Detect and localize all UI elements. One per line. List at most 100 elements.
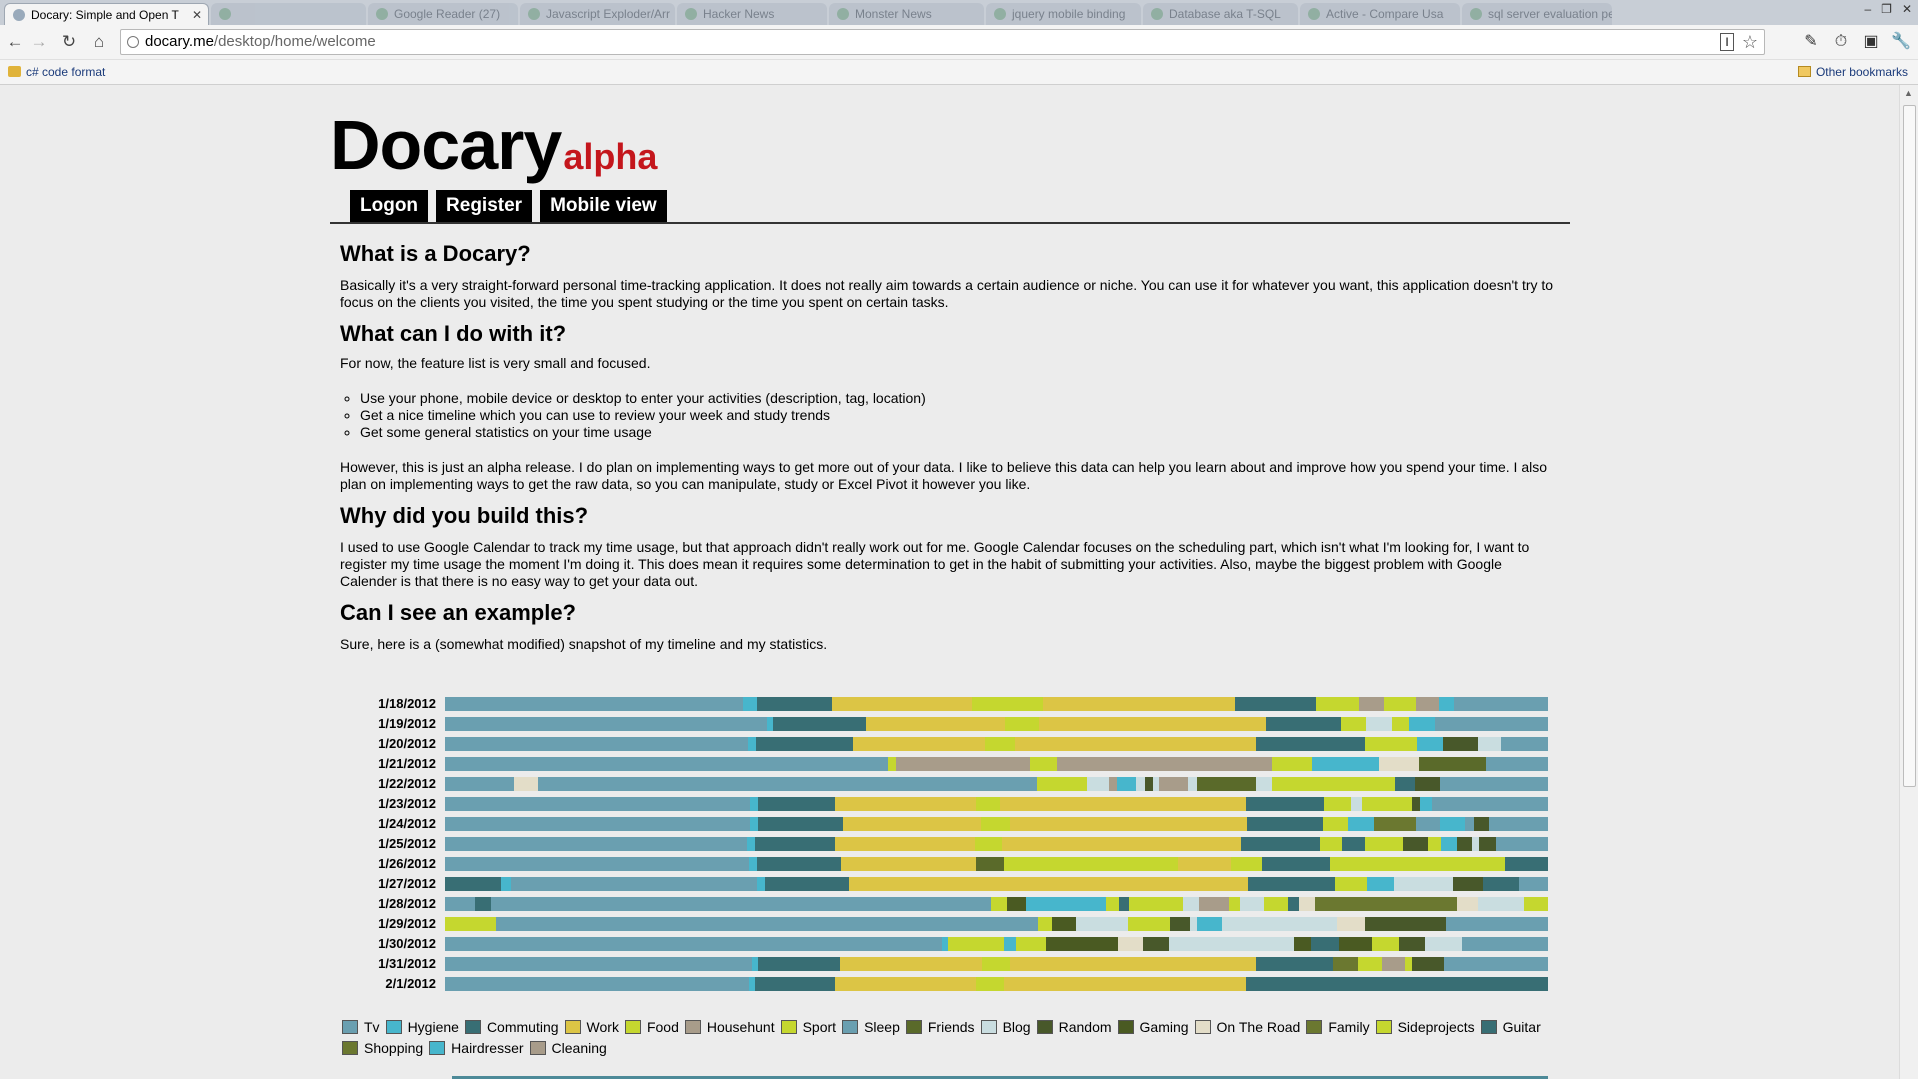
timeline-segment[interactable]	[1169, 917, 1191, 931]
timeline-segment[interactable]	[743, 697, 758, 711]
timeline-segment[interactable]	[1002, 837, 1241, 851]
timeline-segment[interactable]	[1479, 837, 1497, 851]
timeline-segment[interactable]	[1358, 697, 1385, 711]
timeline-segment[interactable]	[974, 837, 1003, 851]
timeline-segment[interactable]	[1473, 817, 1489, 831]
timeline-segment[interactable]	[1262, 857, 1331, 871]
timeline-segment[interactable]	[748, 737, 757, 751]
timeline-segment[interactable]	[1005, 717, 1040, 731]
page-info-icon[interactable]	[127, 36, 139, 48]
timeline-segment[interactable]	[1229, 897, 1240, 911]
timeline-segment[interactable]	[1188, 777, 1198, 791]
timeline-segment[interactable]	[445, 717, 768, 731]
timeline-segment[interactable]	[474, 897, 492, 911]
timeline-segment[interactable]	[757, 957, 840, 971]
timeline-segment[interactable]	[1144, 777, 1153, 791]
vertical-scrollbar[interactable]: ▲	[1899, 85, 1918, 1079]
timeline-segment[interactable]	[1367, 877, 1394, 891]
timeline-segment[interactable]	[445, 937, 943, 951]
timeline-segment[interactable]	[1015, 737, 1256, 751]
timeline-segment[interactable]	[1135, 777, 1145, 791]
timeline-segment[interactable]	[1357, 957, 1382, 971]
timeline-segment[interactable]	[1365, 917, 1446, 931]
timeline-segment[interactable]	[1310, 937, 1340, 951]
timeline-segment[interactable]	[1374, 817, 1417, 831]
timeline-segment[interactable]	[1452, 877, 1484, 891]
timeline-segment[interactable]	[757, 797, 835, 811]
reload-icon[interactable]: ↻	[58, 31, 80, 53]
timeline-segment[interactable]	[1246, 797, 1325, 811]
tab[interactable]: sql server evaluation pe	[1462, 3, 1612, 25]
timeline-segment[interactable]	[1322, 817, 1349, 831]
timeline-segment[interactable]	[748, 857, 757, 871]
timeline-segment[interactable]	[832, 697, 972, 711]
timeline-segment[interactable]	[1239, 897, 1265, 911]
other-bookmarks[interactable]: Other bookmarks	[1797, 60, 1908, 84]
timeline-segment[interactable]	[1177, 857, 1232, 871]
bookmark-item[interactable]: c# code format	[8, 60, 105, 84]
timeline-segment[interactable]	[1315, 897, 1457, 911]
timeline-segment[interactable]	[1221, 917, 1296, 931]
timeline-segment[interactable]	[835, 977, 976, 991]
timeline-segment[interactable]	[1338, 697, 1359, 711]
timeline-segment[interactable]	[1272, 777, 1396, 791]
timeline-segment[interactable]	[1057, 757, 1273, 771]
timeline-segment[interactable]	[1255, 957, 1334, 971]
timeline-segment[interactable]	[1129, 897, 1184, 911]
timeline-segment[interactable]	[1461, 937, 1548, 951]
timeline-segment[interactable]	[849, 877, 1248, 891]
timeline-segment[interactable]	[758, 817, 843, 831]
timeline-segment[interactable]	[1000, 797, 1247, 811]
wrench-icon[interactable]: 🔧	[1890, 31, 1912, 53]
timeline-segment[interactable]	[1496, 837, 1548, 851]
timeline-segment[interactable]	[895, 757, 1031, 771]
timeline-segment[interactable]	[1293, 937, 1311, 951]
timeline-segment[interactable]	[1365, 717, 1393, 731]
reader-icon[interactable]: I	[1720, 33, 1734, 51]
timeline-segment[interactable]	[1051, 917, 1076, 931]
timeline-segment[interactable]	[1330, 857, 1505, 871]
timeline-segment[interactable]	[1272, 757, 1313, 771]
timeline-segment[interactable]	[491, 897, 991, 911]
timeline-segment[interactable]	[1039, 717, 1267, 731]
timeline-segment[interactable]	[1234, 697, 1316, 711]
timeline-segment[interactable]	[445, 877, 501, 891]
timeline-segment[interactable]	[445, 757, 888, 771]
timeline-segment[interactable]	[1312, 757, 1380, 771]
timeline-segment[interactable]	[1381, 957, 1406, 971]
timeline-segment[interactable]	[1087, 777, 1109, 791]
tab[interactable]: Hacker News	[677, 3, 827, 25]
timeline-segment[interactable]	[1464, 817, 1474, 831]
timeline-segment[interactable]	[1372, 937, 1399, 951]
timeline-segment[interactable]	[445, 777, 514, 791]
timeline-segment[interactable]	[1398, 937, 1426, 951]
timeline-segment[interactable]	[1198, 897, 1230, 911]
timeline-segment[interactable]	[1335, 877, 1368, 891]
timeline-segment[interactable]	[990, 897, 1008, 911]
timeline-segment[interactable]	[1434, 717, 1548, 731]
timeline-segment[interactable]	[1255, 777, 1273, 791]
timeline-segment[interactable]	[852, 737, 985, 751]
timeline-segment[interactable]	[1432, 797, 1548, 811]
timeline-segment[interactable]	[1362, 797, 1413, 811]
timeline-segment[interactable]	[1264, 897, 1288, 911]
timeline-segment[interactable]	[1159, 777, 1189, 791]
timeline-segment[interactable]	[1417, 737, 1444, 751]
timeline-segment[interactable]	[1240, 837, 1321, 851]
timeline-segment[interactable]	[445, 897, 475, 911]
timeline-segment[interactable]	[1295, 917, 1338, 931]
timeline-segment[interactable]	[765, 877, 850, 891]
timeline-segment[interactable]	[537, 777, 1037, 791]
timeline-segment[interactable]	[976, 797, 1001, 811]
timeline-segment[interactable]	[1320, 837, 1343, 851]
timeline-segment[interactable]	[1412, 957, 1444, 971]
timeline-segment[interactable]	[1454, 697, 1548, 711]
timeline-segment[interactable]	[841, 857, 977, 871]
timeline-segment[interactable]	[1392, 717, 1410, 731]
register-button[interactable]: Register	[436, 190, 533, 222]
timeline-segment[interactable]	[1038, 917, 1052, 931]
timeline-segment[interactable]	[842, 817, 982, 831]
timeline-segment[interactable]	[445, 977, 750, 991]
timeline-segment[interactable]	[496, 917, 1039, 931]
timeline-segment[interactable]	[981, 817, 1010, 831]
